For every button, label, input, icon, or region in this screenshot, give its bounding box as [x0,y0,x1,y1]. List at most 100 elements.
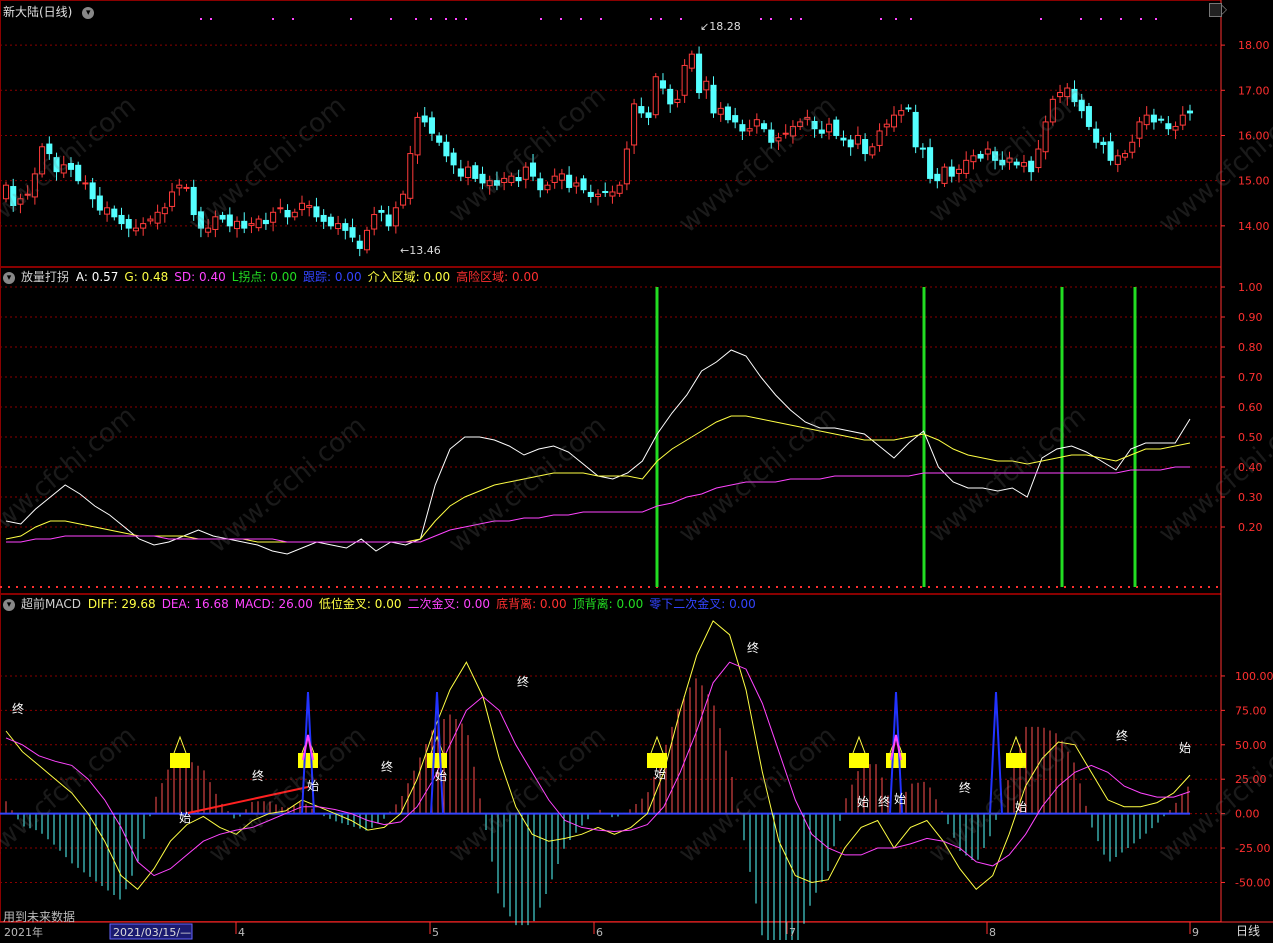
candle-body [616,184,623,194]
candle-body [970,155,977,163]
marker-dot [600,18,602,20]
candle-body [977,153,984,159]
high-price-label: ↙18.28 [700,20,741,33]
candle-body [1085,106,1092,127]
start-marker: 始 [179,811,191,825]
candle-body [544,184,551,191]
candle-body [140,223,147,229]
candle-body [335,223,342,230]
marker-dot [465,18,467,20]
candle-body [912,111,919,148]
candle-body [551,175,558,183]
candle-body [999,159,1006,166]
year-label: 2021年 [4,925,43,939]
start-marker: 始 [435,769,447,783]
marker-dot [1155,18,1157,20]
indicator-value-5: 介入区域: 0.00 [367,270,451,284]
candle-body [378,209,385,213]
candle-body [233,220,241,230]
marker-dot [895,18,897,20]
y-tick-label: 14.00 [1238,220,1270,233]
candle-body [197,211,204,229]
y-tick-label: 0.90 [1238,311,1263,324]
candle-body [1172,125,1179,131]
candle-body [753,119,760,127]
y-tick-label: 0.40 [1238,461,1263,474]
candle-body [862,139,869,155]
candle-body [385,214,392,227]
candle-body [400,193,407,206]
y-tick-label: 25.00 [1235,773,1267,786]
series-line-SD [6,466,1190,543]
indicator-value-3: 低位金叉: 0.00 [318,597,402,611]
dropdown-chevron-icon[interactable]: ▾ [82,6,95,19]
marker-dot [1080,18,1082,20]
scroll-up-button[interactable] [1209,3,1222,17]
signal-box [298,753,318,768]
y-tick-label: 1.00 [1238,281,1263,294]
candle-body [118,214,125,225]
end-marker: 终 [12,701,24,716]
indicator-value-6: 顶背离: 0.00 [572,597,644,611]
candle-body [298,202,306,211]
indicator-value-7: 零下二次金叉: 0.00 [649,597,756,611]
candle-body [436,135,443,143]
candle-body [125,219,132,229]
marker-dot [660,18,662,20]
candle-body [789,125,796,137]
candle-body [652,76,659,116]
candle-body [732,115,739,123]
indicator-value-0: A: 0.57 [75,270,119,284]
candle-body [190,186,197,216]
candle-body [270,211,277,223]
candle-body [955,168,963,174]
candle-body [320,214,327,222]
candle-body [1100,141,1107,146]
candle-body [60,164,67,174]
indicator1-menu-icon[interactable]: ▾ [3,271,15,284]
candle-body [262,219,269,225]
indicator-value-5: 底背离: 0.00 [496,597,567,611]
candle-body [479,173,486,184]
candle-body [183,186,190,189]
indicator2-menu-icon[interactable]: ▾ [3,598,15,611]
y-tick-label: 0.20 [1238,521,1263,534]
candle-body [392,207,399,227]
candle-body [645,112,652,118]
candle-body [132,227,139,232]
month-label: 9 [1192,926,1199,939]
candle-body [371,214,378,230]
y-tick-label: 0.70 [1238,371,1263,384]
candle-body [241,220,248,229]
indicator2-name: 超前MACD [21,597,81,611]
marker-dot [560,18,562,20]
marker-dot [415,18,417,20]
marker-dot [1140,18,1142,20]
candle-body [587,191,594,197]
candle-body [472,165,479,179]
indicator-value-2: SD: 0.40 [174,270,226,284]
candle-body [96,195,103,211]
indicator-value-1: G: 0.48 [124,270,169,284]
candle-body [277,207,284,210]
marker-dot [350,18,352,20]
y-tick-label: 15.00 [1238,175,1270,188]
signal-box [170,753,190,768]
candle-body [703,80,710,91]
month-label: 5 [432,926,439,939]
candle-body [1150,114,1157,123]
indicator-value-1: DEA: 16.68 [161,597,229,611]
candle-body [580,178,587,191]
candle-body [219,214,226,220]
candle-body [667,88,674,105]
end-marker: 终 [252,768,264,783]
y-tick-label: -50.00 [1235,876,1270,889]
candle-body [537,178,544,191]
candle-body [1165,123,1172,130]
candle-body [421,115,428,123]
start-marker: 始 [307,779,319,793]
y-tick-label: 0.60 [1238,401,1263,414]
marker-dot [540,18,542,20]
candle-body [594,193,602,197]
signal-box [849,753,869,768]
